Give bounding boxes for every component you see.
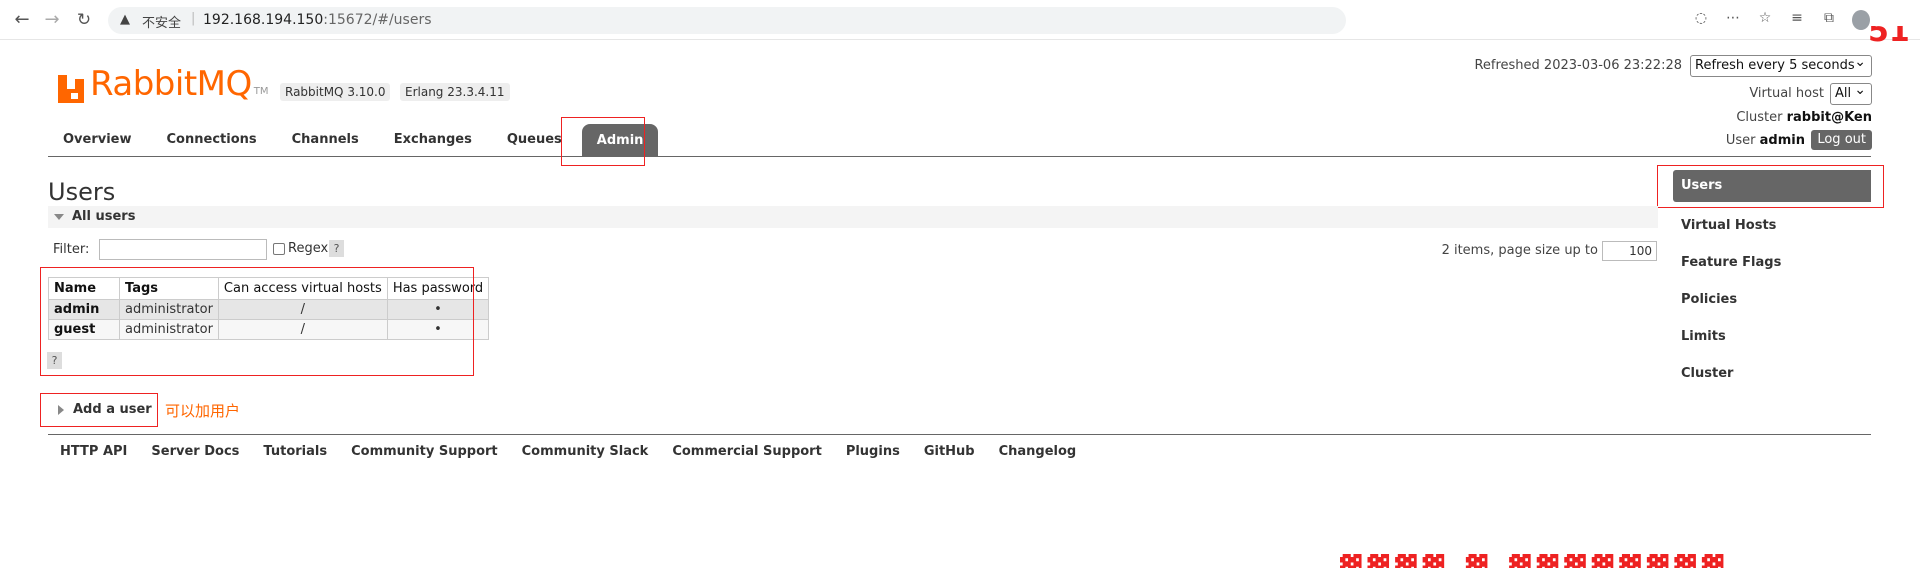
cluster-info: Cluster rabbit@Ken [1736,110,1872,125]
virtual-host-label: Virtual host [1749,86,1824,101]
refreshed-timestamp: Refreshed 2023-03-06 23:22:28 [1474,58,1682,73]
footer-link-commercial-support[interactable]: Commercial Support [660,444,834,459]
browser-toolbar: ← → ↻ ▲ 不安全 | 192.168.194.150:15672/#/us… [0,0,1920,40]
star-icon[interactable]: ☆ [1756,10,1774,30]
filter-help-icon[interactable]: ? [329,240,344,257]
rabbitmq-logo[interactable]: RabbitMQ TM [58,63,269,103]
tabs-divider [48,156,1871,157]
extension-icon[interactable]: ◌ [1692,10,1710,30]
logout-button[interactable]: Log out [1811,130,1872,150]
share-icon[interactable]: ⋯ [1724,10,1742,30]
filter-input[interactable] [99,239,267,260]
separator: | [191,11,196,26]
rabbitmq-logo-icon [58,75,84,103]
annotation-box-admin-tab [561,117,645,166]
sidebar-item-feature-flags[interactable]: Feature Flags [1673,244,1871,281]
tab-exchanges[interactable]: Exchanges [379,122,487,157]
back-arrow-icon[interactable]: ← [10,8,34,32]
refresh-interval-select[interactable]: Refresh every 5 seconds [1690,52,1872,77]
page-title: Users [48,178,116,206]
virtual-host-select[interactable]: All [1830,80,1872,105]
annotation-box-users-table [40,267,474,376]
annotation-note: 可以加用户 [165,402,241,420]
tab-channels[interactable]: Channels [277,122,374,157]
collapse-triangle-icon [54,214,64,220]
annotation-box-users-menu [1657,165,1884,208]
logo-trademark: TM [253,86,269,97]
address-bar[interactable]: ▲ 不安全 | 192.168.194.150:15672/#/users [108,7,1346,34]
footer-link-server-docs[interactable]: Server Docs [139,444,251,459]
footer-link-changelog[interactable]: Changelog [987,444,1089,459]
footer-link-plugins[interactable]: Plugins [834,444,912,459]
open-external-icon[interactable]: ⧉ [1820,10,1838,30]
all-users-section-toggle[interactable]: All users [48,206,1658,228]
filter-label: Filter: [53,242,90,257]
footer-divider [48,434,1871,435]
logo-text: RabbitMQ [90,64,252,104]
sidebar-item-policies[interactable]: Policies [1673,281,1871,318]
annotation-box-add-user [40,393,158,427]
security-label[interactable]: 不安全 [142,12,181,31]
section-title: All users [72,209,136,224]
watermark-top: 51 [1868,26,1910,48]
reading-list-icon[interactable]: ≡ [1788,10,1806,30]
reload-icon[interactable]: ↻ [72,8,96,32]
footer-link-community-support[interactable]: Community Support [339,444,510,459]
regex-checkbox[interactable] [273,243,285,255]
footer-link-tutorials[interactable]: Tutorials [251,444,339,459]
user-info: User admin [1725,133,1805,148]
warning-icon[interactable]: ▲ [120,12,130,27]
footer-link-github[interactable]: GitHub [912,444,987,459]
footer-link-community-slack[interactable]: Community Slack [510,444,661,459]
sidebar-item-limits[interactable]: Limits [1673,318,1871,355]
items-count-label: 2 items, page size up to [1441,243,1598,258]
url-text[interactable]: 192.168.194.150:15672/#/users [203,12,432,28]
browser-extension-icons: ◌ ⋯ ☆ ≡ ⧉ [1692,10,1870,30]
regex-label: Regex [288,241,329,256]
tab-overview[interactable]: Overview [48,122,147,157]
tab-connections[interactable]: Connections [152,122,272,157]
erlang-version: Erlang 23.3.4.11 [400,83,510,101]
sidebar-item-virtual-hosts[interactable]: Virtual Hosts [1673,207,1871,244]
footer-link-http-api[interactable]: HTTP API [48,444,139,459]
watermark-bottom: ▓▓▓▓ ▓ ▓▓▓▓▓▓▓▓ [1340,554,1920,568]
forward-arrow-icon[interactable]: → [40,8,64,32]
rabbitmq-version: RabbitMQ 3.10.0 [280,83,391,101]
page-size-input[interactable]: 100 [1602,241,1657,261]
footer-links: HTTP API Server Docs Tutorials Community… [48,444,1088,459]
sidebar-item-cluster[interactable]: Cluster [1673,355,1871,392]
